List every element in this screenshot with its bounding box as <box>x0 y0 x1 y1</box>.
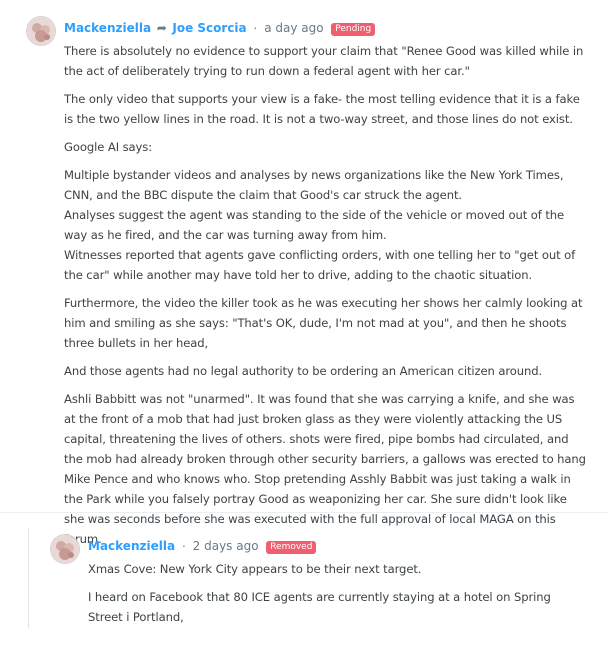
timestamp[interactable]: a day ago <box>264 21 323 35</box>
paragraph: Multiple bystander videos and analyses b… <box>64 168 564 202</box>
paragraph: Witnesses reported that agents gave conf… <box>64 248 576 282</box>
avatar[interactable] <box>50 534 80 564</box>
comment-body: There is absolutely no evidence to suppo… <box>64 41 586 557</box>
reply-to-name[interactable]: Joe Scorcia <box>172 21 246 35</box>
separator-dot: · <box>181 538 187 553</box>
author-name[interactable]: Mackenziella <box>64 21 151 35</box>
comment-body: Xmas Cove: New York City appears to be t… <box>88 559 580 635</box>
author-name[interactable]: Mackenziella <box>88 539 175 553</box>
comment-header: Mackenziella ➦ Joe Scorcia · a day ago P… <box>64 20 376 36</box>
timestamp[interactable]: 2 days ago <box>193 539 259 553</box>
paragraph: I heard on Facebook that 80 ICE agents a… <box>88 590 551 624</box>
status-badge: Pending <box>331 23 376 36</box>
paragraph: Furthermore, the video the killer took a… <box>64 296 583 350</box>
reply-arrow-icon: ➦ <box>156 21 167 35</box>
separator-dot: · <box>253 20 258 35</box>
avatar[interactable] <box>26 16 56 46</box>
paragraph: Xmas Cove: New York City appears to be t… <box>88 562 422 576</box>
paragraph: Google AI says: <box>64 140 153 154</box>
paragraph: There is absolutely no evidence to suppo… <box>64 44 584 78</box>
paragraph: The only video that supports your view i… <box>64 92 580 126</box>
paragraph: Analyses suggest the agent was standing … <box>64 208 565 242</box>
status-badge: Removed <box>266 541 317 554</box>
paragraph: Ashli Babbitt was not "unarmed". It was … <box>64 392 586 546</box>
paragraph: And those agents had no legal authority … <box>64 364 543 378</box>
reply-thread-line <box>28 528 29 628</box>
comment-header: Mackenziella · 2 days ago Removed <box>88 538 317 554</box>
